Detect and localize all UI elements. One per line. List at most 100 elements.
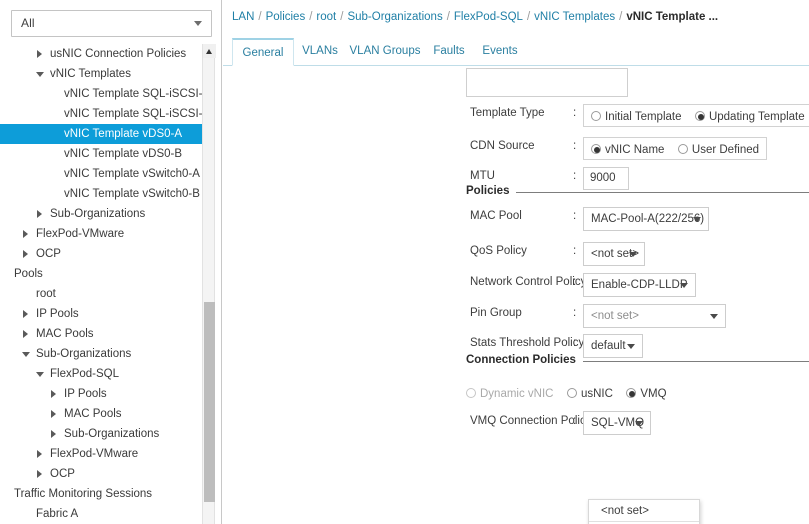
caret-right-icon[interactable] <box>22 244 32 264</box>
breadcrumb-item[interactable]: Sub-Organizations <box>347 11 442 23</box>
radio-initial-template[interactable]: Initial Template <box>591 107 682 128</box>
tab-events[interactable]: Events <box>474 38 526 66</box>
tab-label: Events <box>482 45 518 57</box>
tree-item[interactable]: vNIC Template vSwitch0-A <box>0 164 210 184</box>
breadcrumb-item[interactable]: vNIC Templates <box>534 11 615 23</box>
caret-right-icon[interactable] <box>50 384 60 404</box>
radio-user-defined[interactable]: User Defined <box>677 140 759 161</box>
nav-scrollbar-thumb[interactable] <box>204 302 215 502</box>
breadcrumb-separator: / <box>526 11 531 23</box>
radio-dot-icon <box>591 111 601 121</box>
radio-vnic-name[interactable]: vNIC Name <box>591 140 664 161</box>
connection-type-radio-group[interactable]: Dynamic vNIC usNIC VMQ <box>466 384 667 402</box>
tree-item[interactable]: vNIC Template vSwitch0-B <box>0 184 210 204</box>
tab-vlans[interactable]: VLANs <box>294 38 346 66</box>
tree-item[interactable]: FlexPod-VMware <box>0 444 210 464</box>
tree-item-label: FlexPod-SQL <box>50 368 120 380</box>
caret-right-icon[interactable] <box>22 224 32 244</box>
radio-dynamic-vnic-label: Dynamic vNIC <box>480 388 554 400</box>
tab-faults[interactable]: Faults <box>424 38 474 66</box>
tree-item[interactable]: Sub-Organizations <box>0 344 210 364</box>
mtu-label: MTU <box>470 170 495 182</box>
radio-usnic[interactable]: usNIC <box>566 388 613 400</box>
caret-right-icon[interactable] <box>50 424 60 444</box>
caret-right-icon[interactable] <box>36 204 46 224</box>
mac-pool-dropdown[interactable]: MAC-Pool-A(222/256) <box>583 207 709 231</box>
tree-item[interactable]: IP Pools <box>0 304 210 324</box>
tree-item-label: vNIC Template vSwitch0-A <box>64 168 200 180</box>
caret-right-icon[interactable] <box>36 464 46 484</box>
caret-right-icon[interactable] <box>50 404 60 424</box>
radio-dot-selected-icon <box>694 111 705 121</box>
tree-item-label: Sub-Organizations <box>36 348 132 360</box>
caret-down-icon[interactable] <box>22 344 32 364</box>
chevron-down-icon <box>693 217 701 222</box>
colon: : <box>573 307 577 319</box>
colon: : <box>573 245 577 257</box>
nav-scrollbar[interactable] <box>202 44 216 524</box>
network-control-policy-dropdown[interactable]: Enable-CDP-LLDP <box>583 273 696 297</box>
tree-item[interactable]: Sub-Organizations <box>0 204 210 224</box>
caret-right-icon[interactable] <box>22 304 32 324</box>
caret-right-icon[interactable] <box>36 444 46 464</box>
breadcrumb-separator: / <box>619 11 623 23</box>
breadcrumb-separator: / <box>340 11 344 23</box>
radio-usnic-label: usNIC <box>580 388 613 400</box>
tree-item[interactable]: MAC Pools <box>0 324 210 344</box>
tree-item[interactable]: Pools <box>0 264 210 284</box>
menu-item[interactable]: <not set> <box>589 500 699 522</box>
tab-vlan-groups[interactable]: VLAN Groups <box>346 38 424 66</box>
field-vmq-connection-policy: VMQ Connection Policy : SQL-VMQ <box>223 411 809 437</box>
tree-item[interactable]: root <box>0 284 210 304</box>
tree-item[interactable]: FlexPod-VMware <box>0 224 210 244</box>
tree-item[interactable]: vNIC Template SQL-iSCSI-B <box>0 104 210 124</box>
breadcrumb-item[interactable]: LAN <box>232 11 254 23</box>
tree-item-label: FlexPod-VMware <box>50 448 139 460</box>
tab-general[interactable]: General <box>232 38 294 66</box>
tree-item[interactable]: Traffic Monitoring Sessions <box>0 484 210 504</box>
radio-updating-template[interactable]: Updating Template <box>694 107 805 128</box>
vmq-connection-policy-menu[interactable]: <not set>Domain PoliciesSQL-VMQ <box>588 499 700 524</box>
pin-group-dropdown[interactable]: <not set> <box>583 304 726 328</box>
breadcrumb-item[interactable]: FlexPod-SQL <box>454 11 523 23</box>
tree-item-label: Pools <box>14 268 43 280</box>
caret-down-icon[interactable] <box>36 64 46 84</box>
tab-label: VLANs <box>302 45 338 57</box>
template-type-radio-group[interactable]: Initial Template Updating Template <box>583 104 809 127</box>
breadcrumb-item[interactable]: root <box>316 11 336 23</box>
tree-item-label: Sub-Organizations <box>64 428 160 440</box>
description-textarea[interactable] <box>466 68 628 97</box>
navigation-tree: usNIC Connection Policies vNIC Templates v… <box>0 44 222 524</box>
tree-item[interactable]: vNIC Template vDS0-B <box>0 144 210 164</box>
breadcrumb-item[interactable]: Policies <box>266 11 306 23</box>
tree-item[interactable]: IP Pools <box>0 384 210 404</box>
tree-item-label: MAC Pools <box>36 328 94 340</box>
tree-item[interactable]: OCP <box>0 464 210 484</box>
general-tab-panel: Template Type : Initial Template Updatin… <box>223 67 809 524</box>
radio-dynamic-vnic[interactable]: Dynamic vNIC <box>466 388 553 400</box>
caret-down-icon[interactable] <box>36 364 46 384</box>
cdn-source-radio-group[interactable]: vNIC Name User Defined <box>583 137 768 161</box>
vmq-connection-policy-dropdown[interactable]: SQL-VMQ <box>583 411 651 435</box>
caret-right-icon[interactable] <box>36 44 46 64</box>
tree-item[interactable]: Sub-Organizations <box>0 424 210 444</box>
radio-vmq-label: VMQ <box>640 388 667 400</box>
caret-up-icon[interactable] <box>203 44 216 58</box>
qos-policy-dropdown[interactable]: <not set> <box>583 242 645 266</box>
tree-item[interactable]: Fabric A <box>0 504 210 524</box>
content-pane: LAN / Policies / root / Sub-Organizations / Flex… <box>223 0 809 524</box>
field-cdn-source: CDN Source : vNIC Name User Defined <box>223 136 809 162</box>
tree-item[interactable]: usNIC Connection Policies <box>0 44 210 64</box>
tree-item[interactable]: vNIC Templates <box>0 64 210 84</box>
nav-filter-dropdown[interactable]: All <box>11 10 212 37</box>
caret-right-icon[interactable] <box>22 324 32 344</box>
radio-vmq[interactable]: VMQ <box>626 388 667 400</box>
tree-item[interactable]: vNIC Template SQL-iSCSI-A <box>0 84 210 104</box>
chevron-down-icon <box>194 21 202 26</box>
tree-item[interactable]: OCP <box>0 244 210 264</box>
tree-item-selected[interactable]: vNIC Template vDS0-A <box>0 124 210 144</box>
tree-item[interactable]: FlexPod-SQL <box>0 364 210 384</box>
network-control-policy-value: Enable-CDP-LLDP <box>591 279 688 291</box>
tree-item-label: vNIC Template SQL-iSCSI-B <box>64 108 211 120</box>
tree-item[interactable]: MAC Pools <box>0 404 210 424</box>
